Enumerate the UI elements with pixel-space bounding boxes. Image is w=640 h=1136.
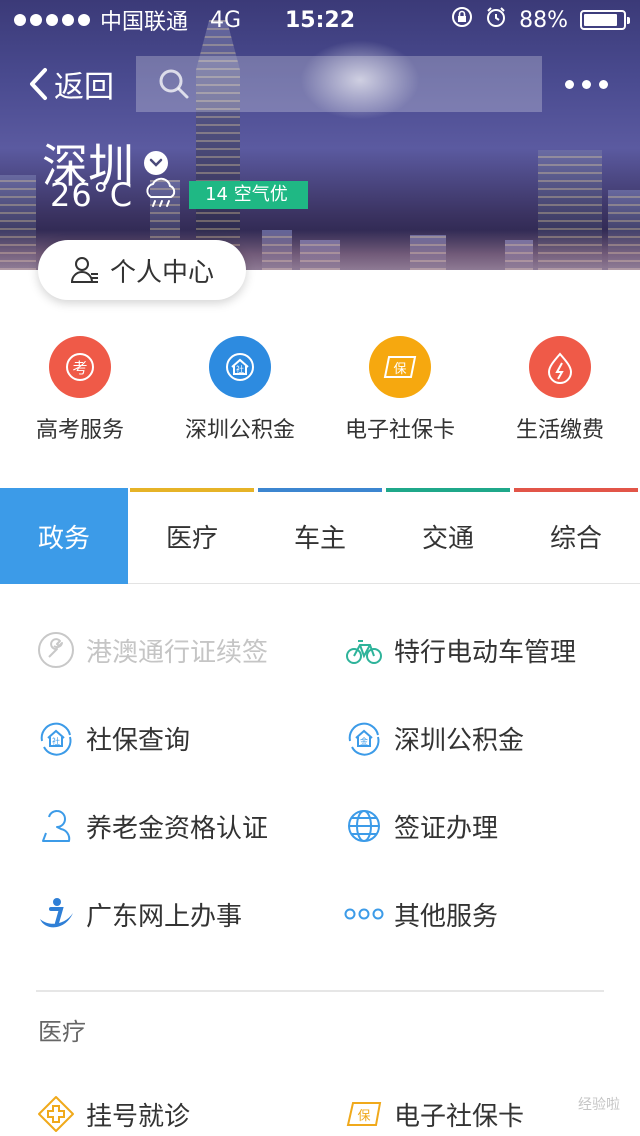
chevron-left-icon [30,68,47,100]
status-bar: 中国联通 4G 15:22 88% [0,0,640,40]
quick-services: 考 高考服务 社 深圳公积金 保 电子社保卡 生活缴费 [0,336,640,444]
quick-service-label: 深圳公积金 [184,418,295,443]
quick-service-bills[interactable]: 生活缴费 [480,336,640,444]
service-label: 深圳公积金 [394,725,525,756]
tab-car-owner[interactable]: 车主 [256,488,384,584]
quick-service-label: 生活缴费 [515,418,604,443]
globe-icon [344,806,384,846]
housing-fund-icon: 金 [344,718,384,758]
category-tabs: 政务 医疗 车主 交通 综合 [0,488,640,584]
app-screen: 中国联通 4G 15:22 88% 返回 深圳 26°C 14 空气优 个人中心… [0,0,640,1136]
section-title-medical: 医疗 [38,1018,86,1046]
social-security-card-icon: 保 [369,336,431,398]
guangdong-online-icon [36,894,76,934]
watermark: 经验啦 [578,1097,620,1113]
bill-payment-icon [529,336,591,398]
tab-label: 医疗 [165,523,218,554]
service-label: 签证办理 [394,813,499,844]
back-button[interactable]: 返回 [28,62,136,106]
service-label: 养老金资格认证 [86,813,269,844]
svg-text:保: 保 [393,362,406,377]
social-security-card-icon: 保 [344,1094,384,1134]
service-visa[interactable]: 签证办理 [320,806,640,846]
battery-fill [584,14,618,26]
service-label: 特行电动车管理 [394,637,577,668]
service-label: 港澳通行证续签 [86,637,269,668]
svg-text:金: 金 [360,736,368,746]
personal-center-label: 个人中心 [109,257,214,288]
weather-info: 26°C 14 空气优 [50,176,308,214]
tab-color-bar [386,488,510,492]
personal-center-button[interactable]: 个人中心 [38,240,246,300]
tab-label: 综合 [549,523,602,554]
service-pension-certification[interactable]: 养老金资格认证 [0,806,320,846]
tab-medical[interactable]: 医疗 [128,488,256,584]
service-label: 社保查询 [86,725,191,756]
housing-fund-icon: 社 [209,336,271,398]
service-label: 广东网上办事 [86,901,243,932]
quick-service-exam[interactable]: 考 高考服务 [0,336,160,444]
battery-icon [580,10,630,30]
tab-color-bar [130,488,254,492]
quick-service-social-card[interactable]: 保 电子社保卡 [320,336,480,444]
service-guangdong-online[interactable]: 广东网上办事 [0,894,320,934]
tab-color-bar [258,488,382,492]
quick-service-housing-fund[interactable]: 社 深圳公积金 [160,336,320,444]
bicycle-icon [344,630,384,670]
section-divider [36,990,604,992]
quick-service-label: 电子社保卡 [344,418,455,443]
temperature: 26°C [50,176,134,214]
air-quality-badge: 14 空气优 [189,181,308,209]
back-label: 返回 [54,70,114,105]
svg-text:社: 社 [236,364,244,374]
service-ebike-management[interactable]: 特行电动车管理 [320,630,640,670]
wrench-icon [36,630,76,670]
service-housing-fund[interactable]: 金 深圳公积金 [320,718,640,758]
tab-general[interactable]: 综合 [512,488,640,584]
service-permit-renewal[interactable]: 港澳通行证续签 [0,630,320,670]
medical-cross-icon [36,1094,76,1134]
chevron-down-icon [144,151,168,175]
service-other[interactable]: 其他服务 [320,894,640,934]
tab-color-bar [514,488,638,492]
social-security-icon: 社 [36,718,76,758]
nav-bar: 返回 [0,56,640,112]
search-input[interactable] [136,56,542,112]
svg-text:社: 社 [52,736,60,746]
exam-icon: 考 [49,336,111,398]
service-social-security-query[interactable]: 社 社保查询 [0,718,320,758]
service-label: 其他服务 [394,901,499,932]
more-options-button[interactable] [565,79,608,89]
tab-label: 车主 [293,523,346,554]
tab-government[interactable]: 政务 [0,488,128,584]
tab-label: 政务 [37,523,90,554]
tab-label: 交通 [421,523,474,554]
service-registration[interactable]: 挂号就诊 [0,1094,320,1134]
person-icon [36,806,76,846]
svg-text:保: 保 [357,1109,370,1124]
user-icon [70,257,98,283]
tab-traffic[interactable]: 交通 [384,488,512,584]
cloud-rain-icon [141,177,181,213]
service-label: 电子社保卡 [394,1101,525,1132]
status-time: 15:22 [284,7,356,33]
service-label: 挂号就诊 [86,1101,191,1132]
search-icon [159,69,189,99]
quick-service-label: 高考服务 [35,418,124,443]
more-dots-icon [344,894,384,934]
medical-services: 挂号就诊 保 电子社保卡 [0,1070,640,1136]
government-services: 港澳通行证续签 特行电动车管理 社 社保查询 金 深圳公积金 养老金资格认证 签… [0,606,640,958]
svg-text:考: 考 [72,359,87,377]
